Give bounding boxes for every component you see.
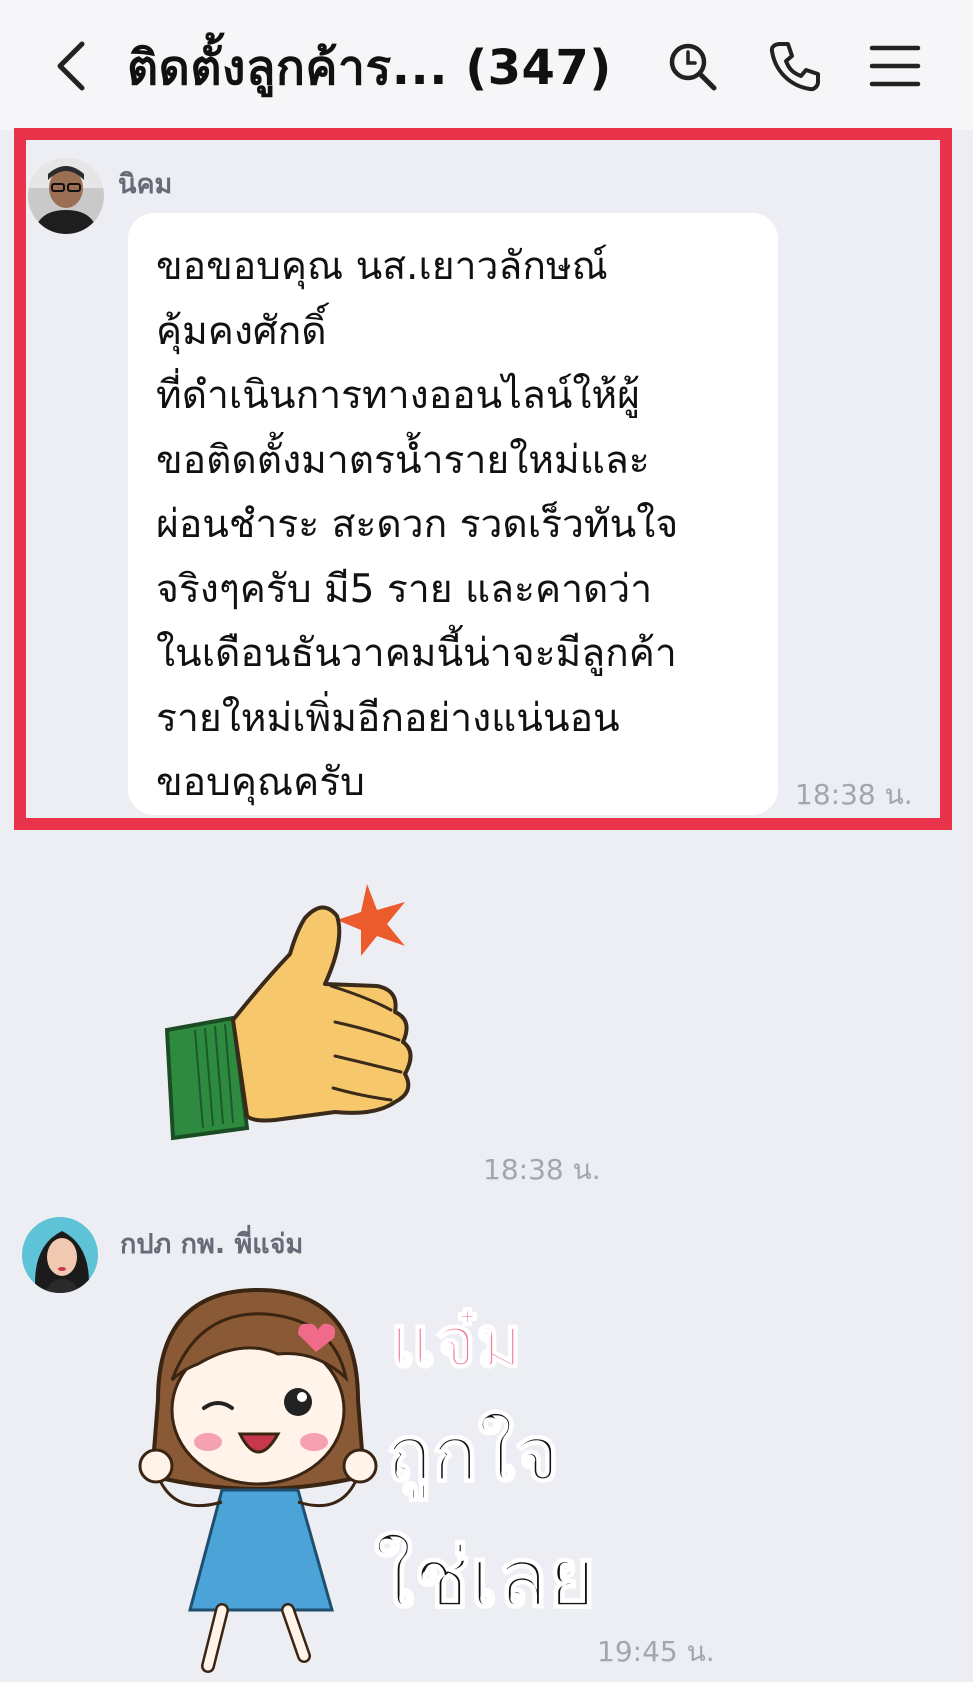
sender-name: กปภ กพ. พี่แจ่ม (120, 1229, 304, 1260)
sticker-word-1: แจ๋ม (390, 1301, 522, 1383)
message-line: ขอขอบคุณ นส.เยาวลักษณ์ (156, 244, 608, 289)
message-line: จริงๆครับ มี5 ราย และคาดว่า (156, 566, 653, 612)
menu-icon[interactable] (868, 38, 924, 94)
phone-call-icon[interactable] (766, 38, 822, 94)
sticker-word-3: ใช่เลย (374, 1531, 596, 1626)
message-line: ที่ดำเนินการทางออนไลน์ให้ผู้ (156, 373, 640, 418)
sticker-word-2: ถูกใจ (386, 1409, 560, 1501)
message-line: ขอติดตั้งมาตรน้ำรายใหม่และ (156, 437, 650, 483)
sticker-timestamp: 19:45 น. (597, 1635, 715, 1668)
chat-header: ติดตั้งลูกค้าร... (347) (0, 0, 973, 130)
sticker-timestamp: 18:38 น. (483, 1153, 601, 1186)
message-line: รายใหม่เพิ่มอีกอย่างแน่นอน (156, 695, 620, 741)
chat-title: ติดตั้งลูกค้าร... (347) (127, 40, 612, 96)
message-line: คุ้มคงศักดิ์ (156, 308, 327, 354)
search-icon[interactable] (664, 38, 720, 94)
girl-sticker[interactable]: แจ๋ม ถูกใจ ใช่เลย (138, 1280, 598, 1680)
back-arrow-icon[interactable] (48, 36, 98, 96)
message-bubble[interactable]: ขอขอบคุณ นส.เยาวลักษณ์ คุ้มคงศักดิ์ ที่ด… (128, 213, 778, 815)
avatar-jaem[interactable] (22, 1217, 98, 1293)
avatar-nikhom[interactable] (28, 158, 104, 234)
avatar-photo-icon (22, 1217, 98, 1293)
message-line: ผ่อนชำระ สะดวก รวดเร็วทันใจ (156, 502, 679, 547)
thumbs-up-sticker[interactable] (155, 880, 425, 1145)
message-line: ขอบคุณครับ (156, 760, 365, 805)
message-timestamp: 18:38 น. (795, 778, 913, 811)
message-line: ในเดือนธันวาคมนี้น่าจะมีลูกค้า (156, 631, 677, 676)
avatar-photo-icon (28, 158, 104, 234)
sender-name: นิคม (118, 169, 173, 200)
